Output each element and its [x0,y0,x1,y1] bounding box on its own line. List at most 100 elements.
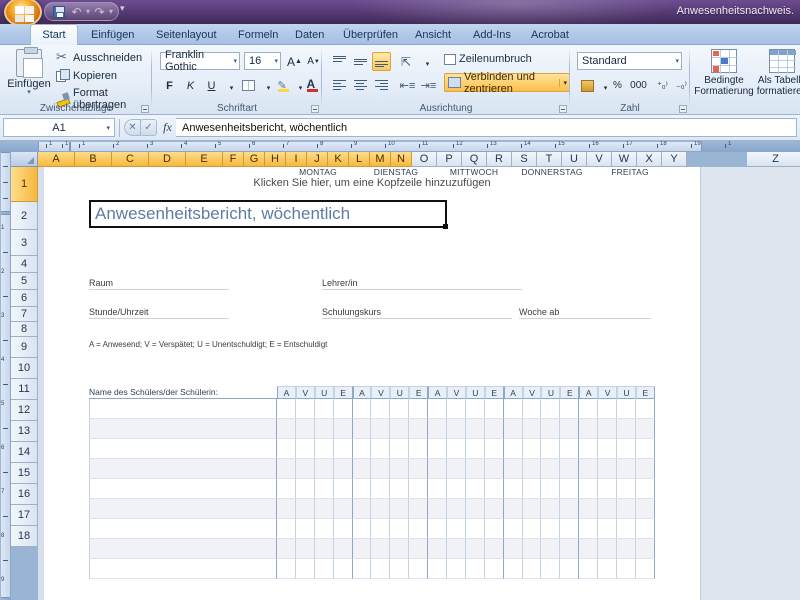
table-cell-freitag-e[interactable] [635,519,655,539]
table-cell-dienstag-e[interactable] [409,399,429,419]
redo-dropdown-icon[interactable]: ▾ [109,7,113,16]
table-cell-donnerstag-a[interactable] [503,559,523,579]
table-cell-donnerstag-a[interactable] [503,539,523,559]
table-cell-dienstag-e[interactable] [409,419,429,439]
table-cell-montag-v[interactable] [295,539,315,559]
table-cell-freitag-e[interactable] [635,479,655,499]
table-cell-student-name[interactable] [89,399,277,419]
table-cell-montag-v[interactable] [295,559,315,579]
table-cell-dienstag-v[interactable] [371,479,391,499]
table-cell-dienstag-e[interactable] [409,519,429,539]
table-cell-donnerstag-v[interactable] [522,499,542,519]
paste-button[interactable]: Einfügen ▾ [6,47,52,101]
table-cell-student-name[interactable] [89,519,277,539]
table-cell-freitag-a[interactable] [579,539,599,559]
table-cell-mittwoch-v[interactable] [447,479,466,499]
accept-icon[interactable]: ✓ [140,119,157,136]
align-right-button[interactable] [372,76,391,95]
align-left-button[interactable] [330,76,349,95]
table-cell-mittwoch-a[interactable] [428,519,448,539]
table-cell-mittwoch-a[interactable] [428,539,448,559]
table-cell-mittwoch-v[interactable] [447,419,466,439]
table-cell-freitag-v[interactable] [598,539,618,559]
row-header-2[interactable]: 2 [11,202,38,230]
table-cell-montag-v[interactable] [295,499,315,519]
table-cell-freitag-v[interactable] [598,459,618,479]
paste-dropdown-icon[interactable]: ▾ [27,89,31,96]
column-header-z[interactable]: Z [747,152,800,167]
column-header-h[interactable]: H [265,152,286,167]
table-cell-freitag-u[interactable] [617,559,636,579]
wrap-text-button[interactable]: Zeilenumbruch [444,53,532,65]
table-cell-montag-e[interactable] [333,399,353,419]
table-cell-donnerstag-a[interactable] [503,479,523,499]
column-header-v[interactable]: V [587,152,612,167]
table-cell-dienstag-u[interactable] [390,419,410,439]
table-cell-donnerstag-e[interactable] [560,519,580,539]
column-header-f[interactable]: F [223,152,244,167]
table-cell-montag-e[interactable] [333,499,353,519]
table-cell-mittwoch-u[interactable] [465,559,485,579]
table-cell-montag-e[interactable] [333,439,353,459]
table-cell-montag-v[interactable] [295,399,315,419]
column-header-p[interactable]: P [437,152,462,167]
table-cell-montag-v[interactable] [295,419,315,439]
name-box[interactable]: A1 ▾ [3,118,115,137]
column-header-s[interactable]: S [512,152,537,167]
table-cell-mittwoch-u[interactable] [465,419,485,439]
table-cell-mittwoch-a[interactable] [428,559,448,579]
cut-button[interactable]: Ausschneiden [56,49,142,65]
column-header-g[interactable]: G [244,152,265,167]
table-cell-freitag-u[interactable] [617,439,636,459]
table-cell-montag-v[interactable] [295,459,315,479]
italic-button[interactable]: K [181,76,200,95]
align-middle-button[interactable] [351,52,370,71]
increase-decimal-button[interactable]: ⁺₀⁾ [652,76,673,95]
table-row[interactable] [89,519,656,539]
table-cell-montag-e[interactable] [333,519,353,539]
table-cell-mittwoch-e[interactable] [484,419,504,439]
field-woche-ab[interactable]: Woche ab [519,304,651,319]
row-header-10[interactable]: 10 [11,358,38,379]
table-cell-freitag-v[interactable] [598,499,618,519]
table-cell-dienstag-e[interactable] [409,559,429,579]
table-cell-montag-a[interactable] [277,519,296,539]
field-lehrer[interactable]: Lehrer/in [322,275,522,290]
cell-a1-title[interactable]: Anwesenheitsbericht, wöchentlich [89,200,448,229]
table-cell-dienstag-u[interactable] [390,559,410,579]
table-cell-freitag-u[interactable] [617,419,636,439]
table-cell-montag-v[interactable] [295,439,315,459]
table-cell-donnerstag-v[interactable] [522,479,542,499]
table-cell-mittwoch-a[interactable] [428,419,448,439]
row-header-18[interactable]: 18 [11,526,38,547]
table-cell-student-name[interactable] [89,499,277,519]
insert-function-icon[interactable]: fx [159,119,176,136]
table-cell-freitag-a[interactable] [579,459,599,479]
table-cell-student-name[interactable] [89,539,277,559]
table-cell-mittwoch-v[interactable] [447,499,466,519]
table-cell-dienstag-e[interactable] [409,539,429,559]
number-dialog-launcher[interactable] [679,105,687,113]
table-cell-mittwoch-u[interactable] [465,459,485,479]
table-cell-montag-a[interactable] [277,419,296,439]
table-cell-montag-u[interactable] [314,419,334,439]
column-header-k[interactable]: K [328,152,349,167]
table-cell-montag-e[interactable] [333,479,353,499]
row-header-16[interactable]: 16 [11,484,38,505]
table-cell-montag-a[interactable] [277,479,296,499]
column-header-e[interactable]: E [186,152,223,167]
table-cell-mittwoch-a[interactable] [428,479,448,499]
table-cell-freitag-e[interactable] [635,439,655,459]
table-cell-donnerstag-a[interactable] [503,499,523,519]
row-header-1[interactable]: 1 [11,167,38,202]
table-cell-freitag-a[interactable] [579,439,599,459]
font-name-input[interactable]: Franklin Gothic ▾ [160,49,240,73]
table-cell-donnerstag-v[interactable] [522,539,542,559]
table-row[interactable] [89,479,656,499]
table-cell-freitag-u[interactable] [617,499,636,519]
table-cell-montag-u[interactable] [314,539,334,559]
table-cell-dienstag-e[interactable] [409,479,429,499]
table-row[interactable] [89,499,656,519]
table-cell-donnerstag-v[interactable] [522,459,542,479]
table-cell-freitag-v[interactable] [598,479,618,499]
